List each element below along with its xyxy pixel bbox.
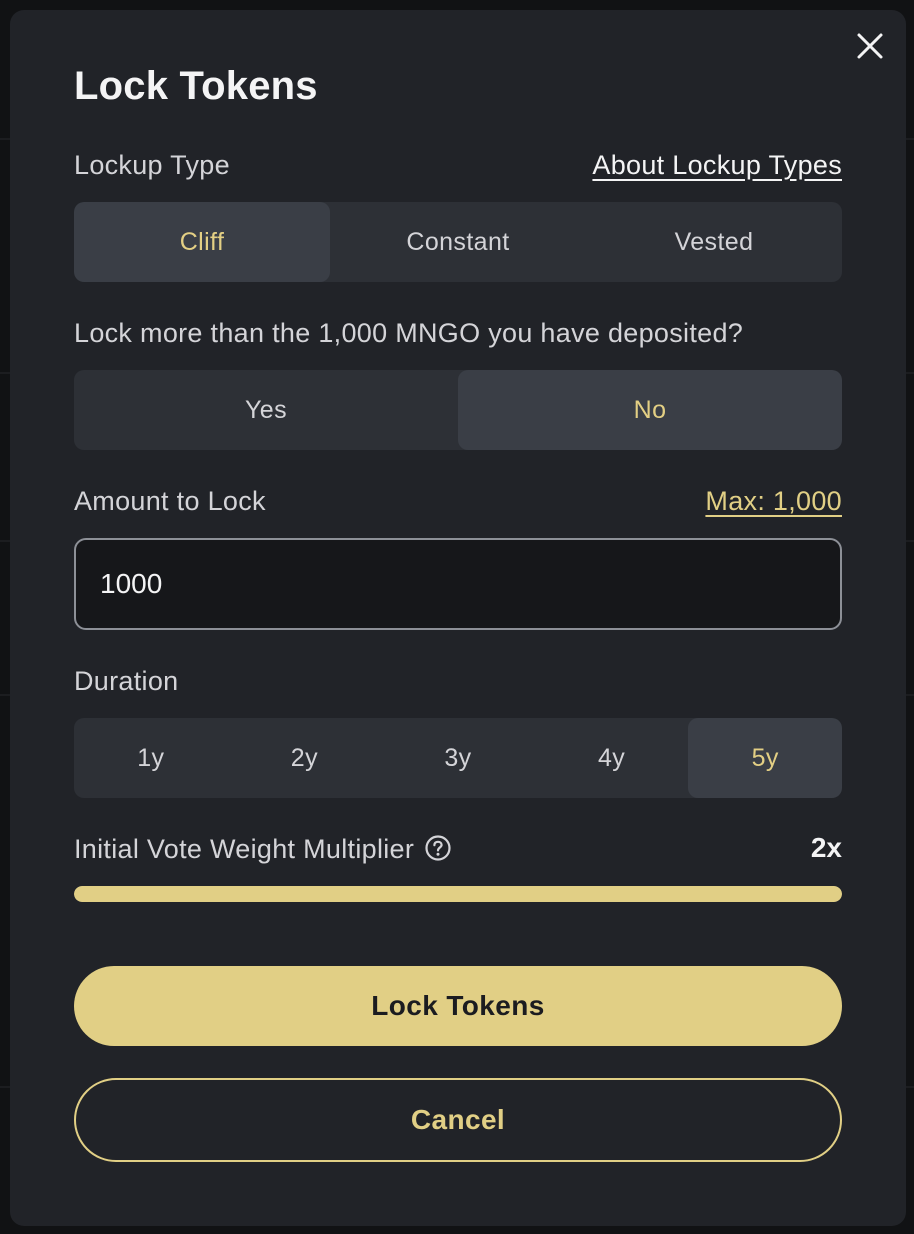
multiplier-progress-bar	[74, 886, 842, 902]
lock-more-option-yes[interactable]: Yes	[74, 370, 458, 450]
lockup-type-selector: Cliff Constant Vested	[74, 202, 842, 282]
lock-more-question: Lock more than the 1,000 MNGO you have d…	[74, 318, 744, 348]
duration-option-1y[interactable]: 1y	[74, 718, 228, 798]
amount-label: Amount to Lock	[74, 486, 266, 516]
amount-input[interactable]	[74, 538, 842, 630]
lockup-option-constant[interactable]: Constant	[330, 202, 586, 282]
modal-title: Lock Tokens	[74, 64, 318, 108]
lock-more-option-no[interactable]: No	[458, 370, 842, 450]
lockup-type-label: Lockup Type	[74, 150, 230, 180]
lockup-option-vested[interactable]: Vested	[586, 202, 842, 282]
multiplier-value: 2x	[810, 832, 842, 863]
multiplier-row: Initial Vote Weight Multiplier	[74, 834, 452, 865]
lockup-option-cliff[interactable]: Cliff	[74, 202, 330, 282]
lock-more-selector: Yes No	[74, 370, 842, 450]
close-button[interactable]	[856, 32, 884, 60]
duration-option-4y[interactable]: 4y	[535, 718, 689, 798]
help-circle-icon[interactable]	[424, 834, 452, 862]
max-amount-link[interactable]: Max: 1,000	[705, 486, 842, 517]
duration-selector: 1y 2y 3y 4y 5y	[74, 718, 842, 798]
duration-option-2y[interactable]: 2y	[228, 718, 382, 798]
cancel-button[interactable]: Cancel	[74, 1078, 842, 1162]
lock-tokens-modal: Lock Tokens Lockup Type About Lockup Typ…	[10, 10, 906, 1226]
duration-option-5y[interactable]: 5y	[688, 718, 842, 798]
about-lockup-types-link[interactable]: About Lockup Types	[592, 150, 842, 181]
multiplier-progress-fill	[74, 886, 842, 902]
multiplier-label: Initial Vote Weight Multiplier	[74, 834, 415, 864]
duration-label: Duration	[74, 666, 179, 696]
close-icon	[857, 33, 883, 59]
lock-tokens-button[interactable]: Lock Tokens	[74, 966, 842, 1046]
duration-option-3y[interactable]: 3y	[381, 718, 535, 798]
